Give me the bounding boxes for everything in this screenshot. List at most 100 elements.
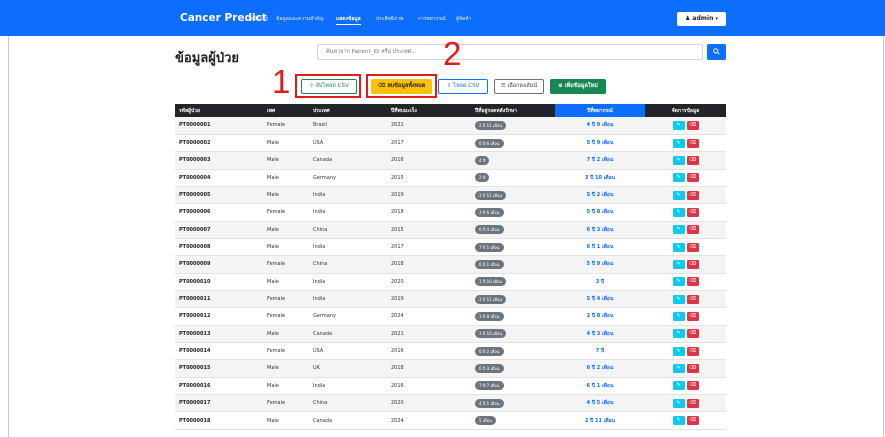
edit-button[interactable]: ✎ <box>672 363 685 373</box>
cell-gender: Male <box>263 221 309 239</box>
header-country[interactable]: ประเทศ <box>309 104 387 117</box>
cell-patient-id: PT0000018 <box>175 411 263 430</box>
cell-patient-id: PT0000016 <box>175 377 263 396</box>
cell-diagnosis-year: 2020 <box>387 273 471 291</box>
edit-button[interactable]: ✎ <box>672 120 685 130</box>
cell-patient-id: PT0000003 <box>175 151 263 170</box>
cell-diagnosis-year: 2020 <box>387 394 471 413</box>
survival-badge: 3 ปี 10 เดือน <box>475 329 507 339</box>
delete-button[interactable]: ⌫ <box>686 120 699 130</box>
table-row: PT0000003 Male Canada 2016 4 ปี 7 ปี 2 เดือน ✎… <box>175 151 726 170</box>
edit-button[interactable]: ✎ <box>672 329 685 339</box>
cell-actions: ✎ ⌫ <box>645 342 726 361</box>
cell-gender: Male <box>263 377 309 396</box>
edit-button[interactable]: ✎ <box>672 173 685 183</box>
add-new-button[interactable]: ⊕ เพิ่มข้อมูลใหม่ <box>550 79 606 94</box>
pencil-icon: ✎ <box>676 208 681 215</box>
nav-info[interactable]: ข้อมูลและความสำคัญ <box>276 15 323 23</box>
edit-button[interactable]: ✎ <box>672 207 685 217</box>
delete-button[interactable]: ⌫ <box>686 294 699 304</box>
table-row: PT0000012 Female Germany 2024 1 ปี 8 เดือน 2 … <box>175 307 726 326</box>
cell-country: China <box>309 394 387 413</box>
download-csv-button[interactable]: ⇩ โหลด CSV <box>438 79 488 94</box>
edit-button[interactable]: ✎ <box>672 416 685 426</box>
edit-button[interactable]: ✎ <box>672 225 685 235</box>
header-predicted-survival[interactable]: ปีที่พยากรณ์ <box>555 104 645 117</box>
delete-button[interactable]: ⌫ <box>686 242 699 252</box>
edit-button[interactable]: ✎ <box>672 155 685 165</box>
delete-button[interactable]: ⌫ <box>686 329 699 339</box>
delete-button[interactable]: ⌫ <box>686 173 699 183</box>
edit-button[interactable]: ✎ <box>672 190 685 200</box>
delete-button[interactable]: ⌫ <box>686 311 699 321</box>
download-csv-label: โหลด CSV <box>452 83 480 89</box>
predicted-survival-value: 5 ปี 8 เดือน <box>586 209 614 216</box>
edit-button[interactable]: ✎ <box>672 277 685 287</box>
table-row: PT0000005 Male India 2019 3 ปี 11 เดือน 5 ปี … <box>175 186 726 205</box>
edit-button[interactable]: ✎ <box>672 381 685 391</box>
cell-gender: Male <box>263 186 309 205</box>
cell-actions: ✎ ⌫ <box>645 169 726 187</box>
delete-button[interactable]: ⌫ <box>686 398 699 408</box>
cell-gender: Male <box>263 134 309 153</box>
cell-survival-badge: 3 ปี 11 เดือน <box>471 186 555 205</box>
edit-button[interactable]: ✎ <box>672 242 685 252</box>
delete-button[interactable]: ⌫ <box>686 363 699 373</box>
cell-predicted-survival: 6 ปี 1 เดือน <box>555 238 645 257</box>
predicted-survival-value: 2 ปี 8 เดือน <box>586 313 614 320</box>
nav-show-data[interactable]: แสดงข้อมูล <box>336 15 361 25</box>
search-button[interactable] <box>707 44 726 60</box>
edit-button[interactable]: ✎ <box>672 398 685 408</box>
header-survival-after-treatment[interactable]: ปีที่อยู่รอดหลังรักษา <box>471 104 555 117</box>
cell-survival-badge: 6 ปี 1 เดือน <box>471 255 555 274</box>
delete-button[interactable]: ⌫ <box>686 138 699 148</box>
edit-button[interactable]: ✎ <box>672 259 685 269</box>
nav-prediction[interactable]: การพยากรณ์ <box>418 15 446 23</box>
select-columns-button[interactable]: ☰ เลือกคอลัมน์ <box>494 79 544 94</box>
delete-button[interactable]: ⌫ <box>686 416 699 426</box>
cell-country: India <box>309 377 387 396</box>
header-diagnosis-year[interactable]: ปีที่พบมะเร็ง <box>387 104 471 117</box>
delete-button[interactable]: ⌫ <box>686 346 699 356</box>
cell-country: USA <box>309 342 387 361</box>
header-actions: จัดการข้อมูล <box>671 107 700 114</box>
delete-button[interactable]: ⌫ <box>686 190 699 200</box>
cell-diagnosis-year: 2019 <box>387 186 471 205</box>
delete-button[interactable]: ⌫ <box>686 277 699 287</box>
cell-diagnosis-year: 2018 <box>387 203 471 222</box>
cell-diagnosis-year: 2021 <box>387 117 471 135</box>
delete-button[interactable]: ⌫ <box>686 225 699 235</box>
edit-button[interactable]: ✎ <box>672 138 685 148</box>
admin-user-menu[interactable]: ♟ admin ▾ <box>677 12 726 26</box>
edit-button[interactable]: ✎ <box>672 294 685 304</box>
delete-button[interactable]: ⌫ <box>686 155 699 165</box>
survival-badge: 6 ปี 2 เดือน <box>475 346 504 356</box>
delete-button[interactable]: ⌫ <box>686 381 699 391</box>
cell-diagnosis-year: 2015 <box>387 169 471 187</box>
nav-performance[interactable]: ประสิทธิภาพ <box>376 15 403 23</box>
cell-patient-id: PT0000013 <box>175 325 263 343</box>
predicted-survival-value: 6 ปี 1 เดือน <box>586 382 614 389</box>
predicted-survival-value: 7 ปี <box>595 348 605 355</box>
survival-badge: 1 ปี 8 เดือน <box>475 311 504 321</box>
pencil-icon: ✎ <box>676 278 681 285</box>
edit-button[interactable]: ✎ <box>672 346 685 356</box>
delete-button[interactable]: ⌫ <box>686 259 699 269</box>
header-gender[interactable]: เพศ <box>263 104 309 117</box>
cell-diagnosis-year: 2017 <box>387 238 471 257</box>
pencil-icon: ✎ <box>676 364 681 371</box>
predicted-survival-value: 5 ปี 9 เดือน <box>586 140 614 147</box>
cell-patient-id: PT0000001 <box>175 117 263 135</box>
pencil-icon: ✎ <box>676 191 681 198</box>
search-input[interactable]: ค้นหาจาก Patient_ID หรือ ประเทศ... <box>317 44 703 60</box>
cell-predicted-survival: 3 ปี 10 เดือน <box>555 169 645 187</box>
cell-diagnosis-year: 2018 <box>387 359 471 378</box>
trash-icon: ⌫ <box>688 156 697 163</box>
header-patient-id[interactable]: รหัสผู้ป่วย <box>175 104 263 117</box>
edit-button[interactable]: ✎ <box>672 311 685 321</box>
delete-button[interactable]: ⌫ <box>686 207 699 217</box>
nav-home[interactable]: หน้าแรก <box>250 15 268 23</box>
cell-actions: ✎ ⌫ <box>645 238 726 257</box>
cell-patient-id: PT0000005 <box>175 186 263 205</box>
nav-authors[interactable]: ผู้จัดทำ <box>456 15 471 23</box>
